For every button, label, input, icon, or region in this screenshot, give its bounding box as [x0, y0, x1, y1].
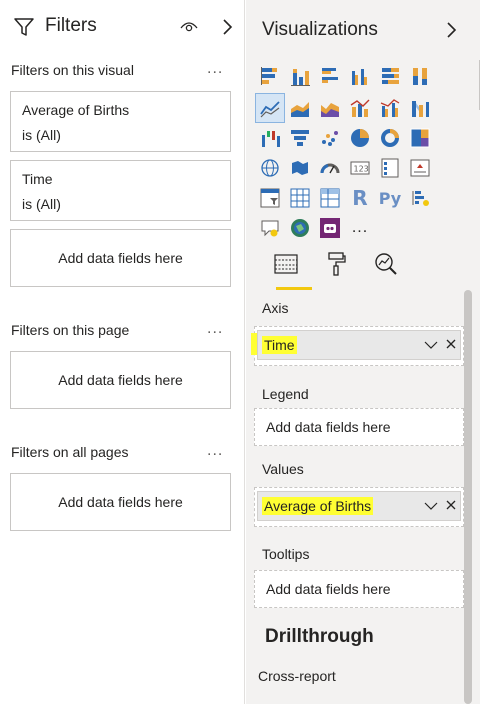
- stacked-bar-chart-icon[interactable]: [256, 62, 284, 90]
- ribbon-chart-icon[interactable]: [406, 94, 434, 122]
- filters-all-pages-more-button[interactable]: ...: [207, 442, 223, 460]
- python-visual-icon[interactable]: Py: [376, 184, 404, 212]
- drop-zone-label: Add data fields here: [58, 250, 183, 266]
- treemap-icon[interactable]: [406, 124, 434, 152]
- values-field-name: Average of Births: [262, 497, 374, 515]
- more-visuals-button[interactable]: ...: [346, 214, 374, 242]
- filter-card-time[interactable]: Time is (All): [10, 160, 231, 221]
- legend-well-placeholder: Add data fields here: [266, 419, 391, 435]
- more-visuals-label: ...: [351, 219, 369, 236]
- eye-icon[interactable]: [180, 19, 198, 38]
- svg-text:123: 123: [354, 165, 369, 174]
- funnel-chart-icon[interactable]: [286, 124, 314, 152]
- values-field-pill[interactable]: Average of Births: [257, 491, 461, 521]
- filters-title: Filters: [45, 15, 97, 36]
- pie-chart-icon[interactable]: [346, 124, 374, 152]
- area-chart-icon[interactable]: [286, 94, 314, 122]
- arcgis-map-icon[interactable]: [286, 214, 314, 242]
- fields-tab-icon[interactable]: [268, 244, 304, 284]
- clustered-bar-chart-icon[interactable]: [316, 62, 344, 90]
- filter-card-state: is (All): [22, 127, 61, 143]
- line-and-clustered-column-icon[interactable]: [376, 94, 404, 122]
- scatter-chart-icon[interactable]: [316, 124, 344, 152]
- filters-on-visual-drop-zone[interactable]: Add data fields here: [10, 229, 231, 287]
- filter-card-field-name: Time: [22, 171, 53, 187]
- stacked-column-chart-icon[interactable]: [286, 62, 314, 90]
- filters-header: Filters: [0, 0, 245, 54]
- table-icon[interactable]: [286, 184, 314, 212]
- slicer-icon[interactable]: [256, 184, 284, 212]
- line-chart-icon[interactable]: [255, 93, 285, 123]
- pane-tabs: [246, 244, 466, 290]
- gauge-icon[interactable]: [316, 154, 344, 182]
- remove-field-close-icon[interactable]: [444, 498, 458, 517]
- tooltips-well-placeholder: Add data fields here: [266, 581, 391, 597]
- filters-on-visual-label: Filters on this visual: [11, 62, 134, 78]
- filters-on-page-drop-zone[interactable]: Add data fields here: [10, 351, 231, 409]
- collapse-visualizations-chevron-icon[interactable]: [446, 21, 458, 44]
- r-script-label: R: [352, 186, 368, 210]
- legend-well-drop-zone[interactable]: Add data fields here: [254, 408, 464, 446]
- filters-on-page-more-button[interactable]: ...: [207, 320, 223, 338]
- filters-all-pages-label: Filters on all pages: [11, 444, 129, 460]
- format-paint-roller-icon[interactable]: [318, 244, 354, 284]
- q-and-a-icon[interactable]: [256, 214, 284, 242]
- axis-field-name: Time: [262, 336, 297, 354]
- 100-stacked-bar-chart-icon[interactable]: [376, 62, 404, 90]
- values-well[interactable]: Average of Births: [254, 487, 464, 527]
- stacked-area-chart-icon[interactable]: [316, 94, 344, 122]
- filters-pane: Filters Filters on this visual ... Avera…: [0, 0, 245, 704]
- filters-on-visual-more-button[interactable]: ...: [207, 60, 223, 78]
- line-and-stacked-column-icon[interactable]: [346, 94, 374, 122]
- card-icon[interactable]: 123: [346, 154, 374, 182]
- wells-scrollbar[interactable]: [464, 290, 472, 704]
- axis-field-pill[interactable]: Time: [257, 330, 461, 360]
- chevron-down-icon[interactable]: [424, 338, 438, 357]
- waterfall-chart-icon[interactable]: [256, 124, 284, 152]
- visualizations-title: Visualizations: [262, 19, 378, 40]
- filter-card-average-of-births[interactable]: Average of Births is (All): [10, 91, 231, 152]
- python-label: Py: [378, 188, 402, 208]
- matrix-icon[interactable]: [316, 184, 344, 212]
- 100-stacked-column-chart-icon[interactable]: [406, 62, 434, 90]
- kpi-icon[interactable]: [406, 154, 434, 182]
- multi-row-card-icon[interactable]: [376, 154, 404, 182]
- donut-chart-icon[interactable]: [376, 124, 404, 152]
- clustered-column-chart-icon[interactable]: [346, 62, 374, 90]
- filters-all-pages-drop-zone[interactable]: Add data fields here: [10, 473, 231, 531]
- filter-card-field-name: Average of Births: [22, 102, 130, 118]
- analytics-magnifier-icon[interactable]: [368, 244, 404, 284]
- collapse-filters-chevron-icon[interactable]: [222, 18, 234, 41]
- drop-zone-label: Add data fields here: [58, 494, 183, 510]
- r-script-visual-icon[interactable]: R: [346, 184, 374, 212]
- filled-map-icon[interactable]: [286, 154, 314, 182]
- remove-field-close-icon[interactable]: [444, 337, 458, 356]
- drop-zone-label: Add data fields here: [58, 372, 183, 388]
- key-influencers-icon[interactable]: [406, 184, 434, 212]
- axis-well[interactable]: Time: [251, 326, 464, 366]
- power-apps-icon[interactable]: [316, 214, 344, 242]
- map-globe-icon[interactable]: [256, 154, 284, 182]
- tooltips-well-drop-zone[interactable]: Add data fields here: [254, 570, 464, 608]
- filter-funnel-icon: [13, 16, 35, 43]
- filter-card-state: is (All): [22, 196, 61, 212]
- filters-on-page-label: Filters on this page: [11, 322, 130, 338]
- chevron-down-icon[interactable]: [424, 499, 438, 518]
- active-tab-underline: [276, 287, 312, 290]
